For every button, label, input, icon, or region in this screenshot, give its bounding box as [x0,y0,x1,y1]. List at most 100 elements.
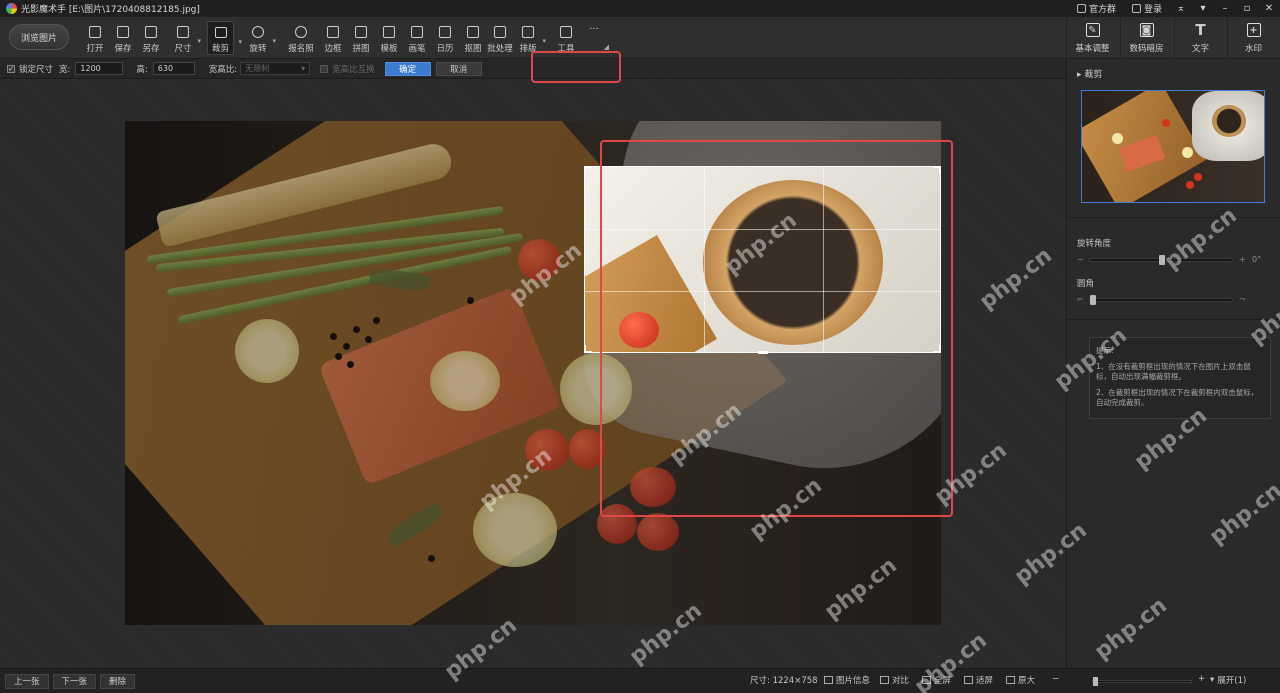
login-link[interactable]: 登录 [1124,0,1170,17]
open-icon [89,26,101,38]
window-title: 光影魔术手 [E:\图片\1720408812185.jpg] [21,5,200,15]
official-group-link[interactable]: 官方群 [1069,0,1124,17]
tools-button[interactable]: 工具 [557,21,575,55]
image-info-label: 图片信息 [836,676,871,686]
calendar-button[interactable]: 日历 [436,21,454,55]
basic-adjust-label: 基本调整 [1075,44,1110,54]
open-label: 打开 [86,44,104,54]
expand-button[interactable]: ▾ 展开(1) [1210,674,1246,686]
id-photo-button[interactable]: 报名照 [288,21,314,55]
cancel-button[interactable]: 取消 [435,61,482,76]
template-button[interactable]: 模板 [380,21,398,55]
previous-image-button[interactable]: 上一张 [5,673,49,689]
crop-handle-top-left[interactable] [584,166,592,174]
crop-button[interactable]: 裁剪 ▾ [207,21,242,55]
expand-arrow-icon: ▾ [1210,675,1215,685]
calendar-label: 日历 [436,44,454,54]
rotation-decrease[interactable]: − [1077,255,1084,264]
rotate-button[interactable]: 旋转 ▾ [249,21,276,55]
corner-bracket-icon: ⌐ [1077,295,1084,304]
rotation-label: 旋转角度 [1077,239,1112,249]
image-info-button[interactable]: 图片信息 [824,674,870,686]
save-button[interactable]: 保存 [114,21,132,55]
rotation-slider[interactable] [1089,255,1233,265]
fit-screen-button[interactable]: 适屏 [964,674,993,686]
fit-screen-label: 适屏 [976,676,994,686]
watermark-button[interactable]: + 水印 [1227,17,1279,59]
collage-label: 拼图 [352,44,370,54]
width-input[interactable] [75,62,124,75]
group-icon [1076,4,1086,13]
text-label: 文字 [1191,44,1209,54]
swap-ratio-checkbox[interactable] [320,64,329,73]
chevron-down-icon[interactable]: ▾ [272,37,276,45]
fit-icon [964,676,973,684]
zoom-in-button[interactable]: + [1198,674,1205,684]
resize-button[interactable]: 尺寸 ▾ [174,21,201,55]
brush-button[interactable]: 画笔 [408,21,426,55]
actual-size-button[interactable]: 原大 [1006,674,1035,686]
brush-icon [411,26,423,38]
darkroom-label: 数码暗房 [1129,44,1164,54]
calendar-icon [439,26,451,38]
resize-icon [177,26,189,38]
height-input[interactable] [152,62,195,75]
image-size-readout: 尺寸: 1224×758 [750,676,818,686]
basic-adjust-button[interactable]: ✎ 基本调整 [1066,17,1118,59]
ratio-value: 无限制 [245,64,270,73]
ratio-label: 宽高比: [208,64,238,75]
info-icon [824,676,833,684]
chevron-down-icon[interactable]: ◢ [604,43,609,51]
chevron-down-icon[interactable]: ▾ [197,37,201,45]
crop-handle-bottom-left[interactable] [584,345,592,353]
chevron-down-icon[interactable]: ▾ [238,38,242,46]
wrench-icon [560,26,572,38]
compare-icon [880,676,889,684]
restore-icon[interactable]: ▾ [1192,0,1214,17]
batch-button[interactable]: 批处理 [487,21,513,55]
save-as-button[interactable]: 另存 [142,21,160,55]
tip-item: 1、在没有裁剪框出现的情况下在图片上双击鼠标，自动出现满幅裁剪框。 [1096,362,1251,381]
compare-button[interactable]: 对比 [880,674,909,686]
id-photo-icon [295,26,307,38]
zoom-out-button[interactable]: − [1052,674,1059,684]
corner-radius-slider[interactable] [1089,295,1233,305]
width-label: 宽: [59,64,71,75]
collage-button[interactable]: 拼图 [352,21,370,55]
actual-size-label: 原大 [1018,676,1036,686]
confirm-button[interactable]: 确定 [384,61,431,76]
corner-radius-slider-handle[interactable] [1090,295,1096,305]
login-label: 登录 [1143,5,1162,15]
more-button[interactable]: ··· ◢ [585,21,609,55]
pin-icon[interactable]: ⌅ [1170,0,1192,17]
height-label: 高: [136,64,148,75]
lock-size-checkbox[interactable]: ✓ [7,64,15,73]
zoom-slider[interactable] [1092,677,1192,686]
minimize-icon[interactable]: – [1214,0,1236,17]
watermark-icon: + [1246,23,1261,37]
cutout-button[interactable]: 抠图 [464,21,482,55]
open-button[interactable]: 打开 [86,21,104,55]
text-button[interactable]: T 文字 [1174,17,1226,59]
ratio-select[interactable]: 无限制 ▾ [240,62,311,75]
brush-label: 画笔 [408,44,426,54]
browse-images-button[interactable]: 浏览图片 [9,24,69,50]
layout-button[interactable]: 排版 ▾ [519,21,546,55]
darkroom-button[interactable]: ◙ 数码暗房 [1120,17,1172,59]
preview-thumbnail[interactable] [1081,90,1265,203]
close-icon[interactable]: ✕ [1258,0,1280,17]
zoom-slider-handle[interactable] [1093,677,1098,686]
cutout-label: 抠图 [464,44,482,54]
lock-size-label: 锁定尺寸 [19,64,54,75]
panel-title: ▸ 裁剪 [1077,70,1103,80]
wooden-bowl [1212,105,1246,137]
delete-button[interactable]: 删除 [100,673,136,689]
compare-label: 对比 [892,676,910,686]
next-image-button[interactable]: 下一张 [52,673,97,689]
maximize-icon[interactable]: ▫ [1236,0,1258,17]
chevron-down-icon[interactable]: ▾ [542,37,546,45]
rotation-increase[interactable]: + [1239,255,1246,264]
corner-radius-label: 圆角 [1077,279,1095,289]
border-button[interactable]: 边框 [324,21,342,55]
cutout-icon [467,26,479,38]
